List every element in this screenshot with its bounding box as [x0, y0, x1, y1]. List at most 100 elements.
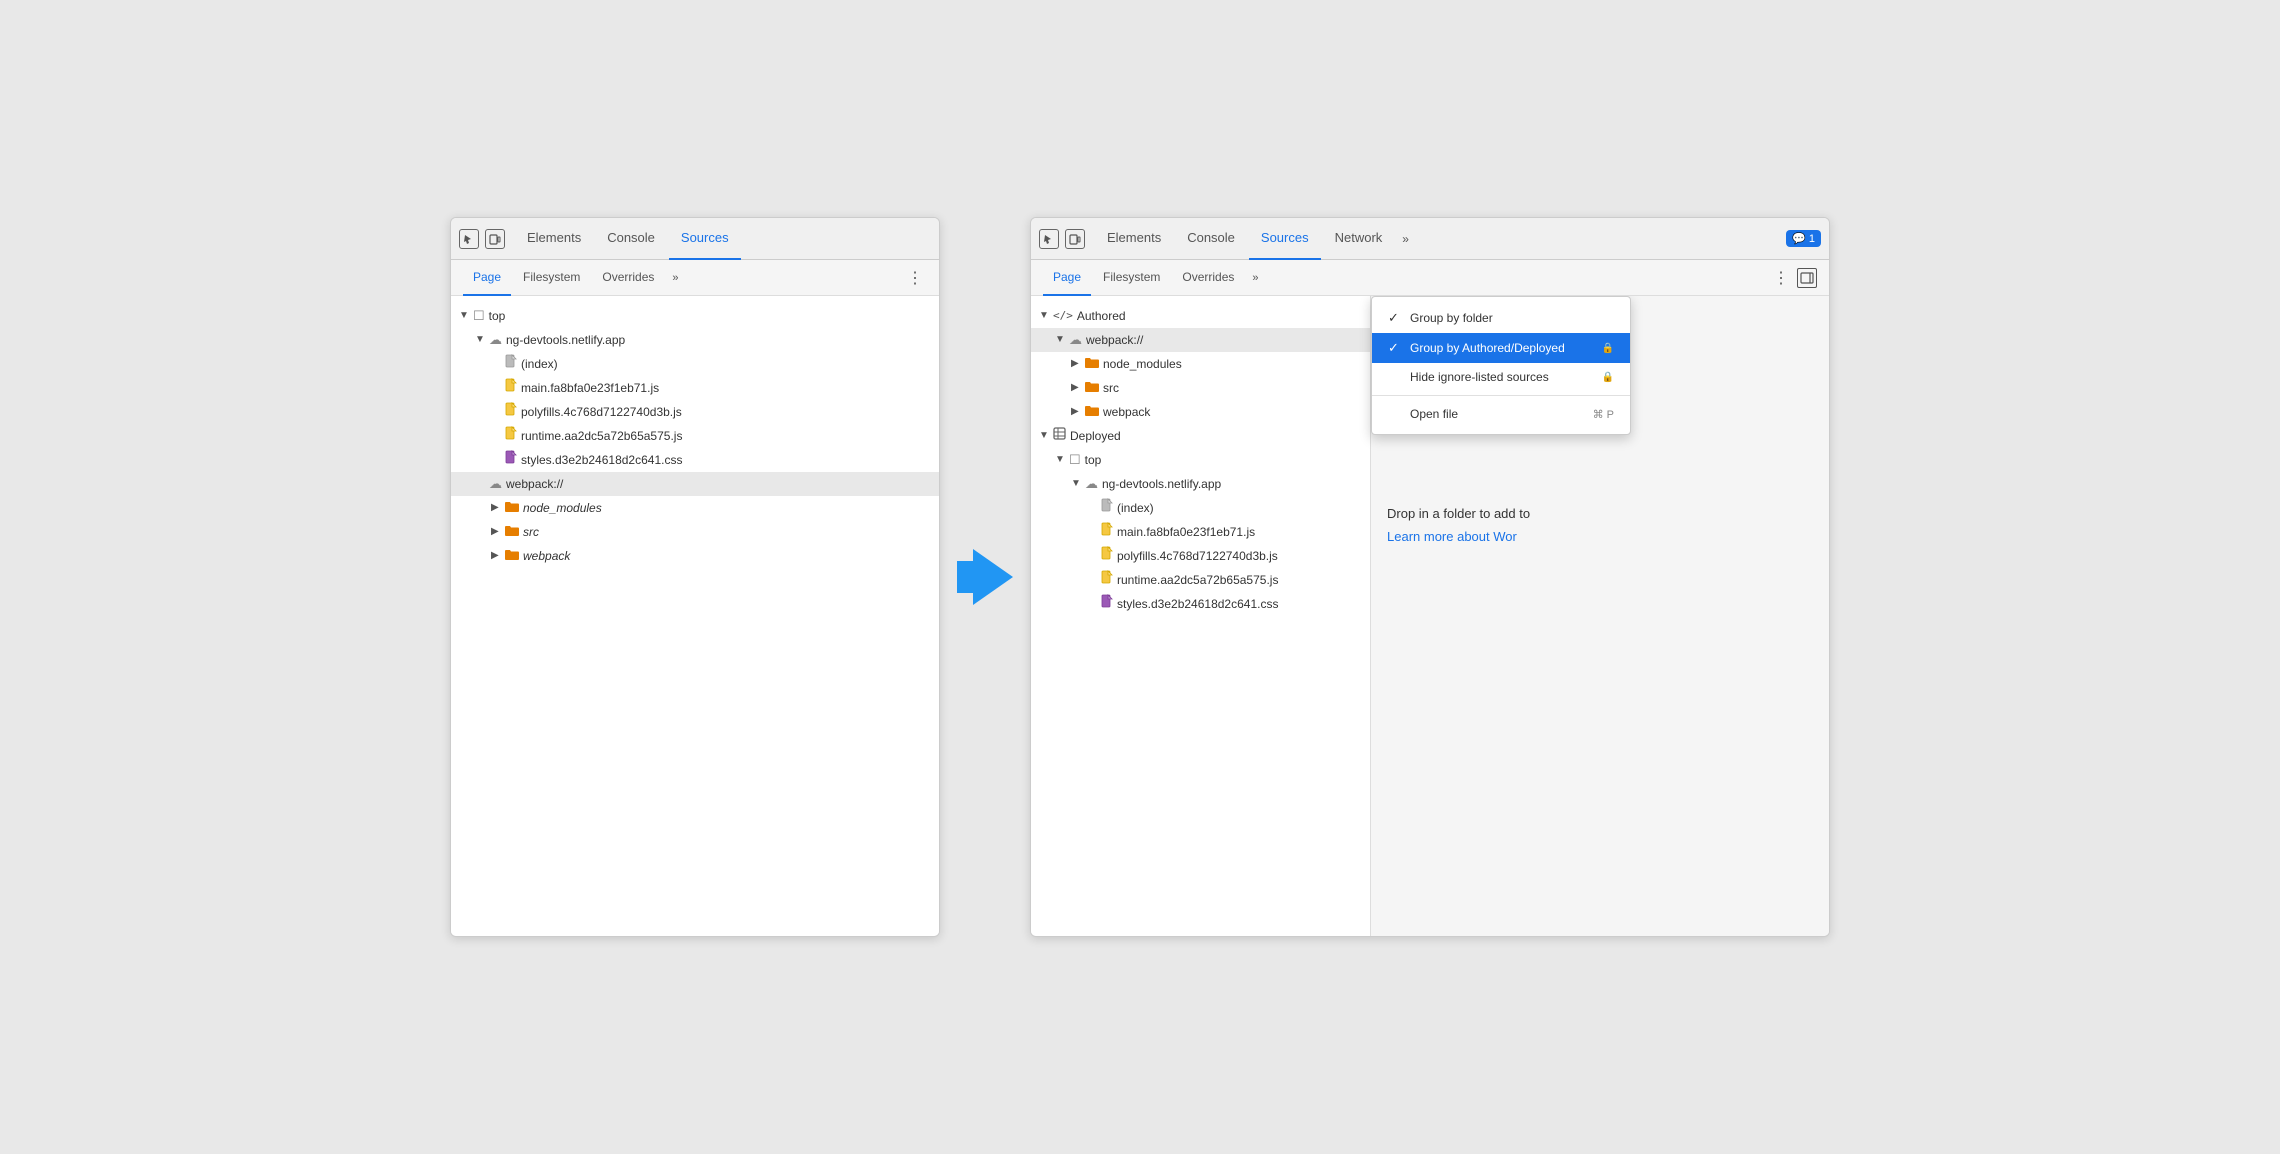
subtab-more-left[interactable]: »	[666, 272, 684, 284]
file-icon-runtime-left	[505, 426, 517, 446]
arrow-head	[973, 549, 1013, 605]
tree-item-index-right[interactable]: (index)	[1031, 496, 1370, 520]
tab-elements-right[interactable]: Elements	[1095, 218, 1173, 260]
cloud-icon-webpack-left: ☁	[489, 474, 502, 494]
device-icon-right[interactable]	[1065, 229, 1085, 249]
label-src-right: src	[1103, 378, 1119, 398]
arrow-top: ▼	[459, 306, 471, 326]
left-toolbar: Elements Console Sources	[451, 218, 939, 260]
arrow-webpackfolder-left: ▶	[491, 546, 503, 566]
tree-item-netlify[interactable]: ▼ ☁ ng-devtools.netlify.app	[451, 328, 939, 352]
dropdown-item-groupbyauthored[interactable]: ✓ Group by Authored/Deployed 🔒	[1372, 333, 1630, 363]
panel-toggle-icon[interactable]	[1797, 268, 1817, 288]
file-icon-runtime-right	[1101, 570, 1113, 590]
tab-elements-left[interactable]: Elements	[515, 218, 593, 260]
dropdown-item-groupbyfolder[interactable]: ✓ Group by folder	[1372, 303, 1630, 333]
subtab-page-right[interactable]: Page	[1043, 260, 1091, 296]
tree-item-webpackfolder-left[interactable]: ▶ webpack	[451, 544, 939, 568]
label-index-left: (index)	[521, 354, 558, 374]
label-webpackfolder-left: webpack	[523, 546, 570, 566]
label-netlify-right: ng-devtools.netlify.app	[1102, 474, 1221, 494]
tree-item-webpack-right[interactable]: ▼ ☁ webpack://	[1031, 328, 1370, 352]
cloud-icon-netlify: ☁	[489, 330, 502, 350]
tree-item-index-left[interactable]: (index)	[451, 352, 939, 376]
three-dots-right[interactable]: ⋮	[1769, 266, 1793, 290]
tree-item-runtime-right[interactable]: runtime.aa2dc5a72b65a575.js	[1031, 568, 1370, 592]
tree-item-nodemodules-left[interactable]: ▶ node_modules	[451, 496, 939, 520]
subtab-filesystem-left[interactable]: Filesystem	[513, 260, 590, 296]
subtab-filesystem-right[interactable]: Filesystem	[1093, 260, 1170, 296]
tree-item-top[interactable]: ▼ ☐ top	[451, 304, 939, 328]
cube-icon-deployed	[1053, 426, 1066, 446]
right-devtools-panel: Elements Console Sources Network » 💬 1 P…	[1030, 217, 1830, 937]
inspect-icon[interactable]	[459, 229, 479, 249]
label-styles-right: styles.d3e2b24618d2c641.css	[1117, 594, 1278, 614]
left-subtoolbar: Page Filesystem Overrides » ⋮	[451, 260, 939, 296]
tab-console-right[interactable]: Console	[1175, 218, 1247, 260]
tree-item-netlify-right[interactable]: ▼ ☁ ng-devtools.netlify.app	[1031, 472, 1370, 496]
label-openfile: Open file	[1410, 407, 1585, 421]
tree-item-deployed[interactable]: ▼ Deployed	[1031, 424, 1370, 448]
arrow-nodemodules-left: ▶	[491, 498, 503, 518]
tab-console-left[interactable]: Console	[595, 218, 667, 260]
label-main-left: main.fa8bfa0e23f1eb71.js	[521, 378, 659, 398]
folder-icon-nodemodules-right	[1085, 354, 1099, 374]
cloud-icon-netlify-right: ☁	[1085, 474, 1098, 494]
file-icon-index	[505, 354, 517, 374]
label-runtime-right: runtime.aa2dc5a72b65a575.js	[1117, 570, 1278, 590]
right-file-tree: ▼ </> Authored ▼ ☁ webpack:// ▶ node_mod…	[1031, 296, 1371, 936]
inspect-icon-right[interactable]	[1039, 229, 1059, 249]
label-main-right: main.fa8bfa0e23f1eb71.js	[1117, 522, 1255, 542]
dropdown-item-openfile[interactable]: Open file ⌘ P	[1372, 400, 1630, 428]
tree-item-webpack-left[interactable]: ☁ webpack://	[451, 472, 939, 496]
right-toolbar-icons	[1039, 229, 1085, 249]
tree-item-styles-left[interactable]: styles.d3e2b24618d2c641.css	[451, 448, 939, 472]
folder-icon-src-right	[1085, 378, 1099, 398]
cloud-icon-webpack-right: ☁	[1069, 330, 1082, 350]
tree-item-src-right[interactable]: ▶ src	[1031, 376, 1370, 400]
label-deployed: Deployed	[1070, 426, 1121, 446]
tree-item-polyfills-left[interactable]: polyfills.4c768d7122740d3b.js	[451, 400, 939, 424]
subtab-overrides-right[interactable]: Overrides	[1172, 260, 1244, 296]
tree-item-top-right[interactable]: ▼ ☐ top	[1031, 448, 1370, 472]
dropdown-item-hideignore[interactable]: Hide ignore-listed sources 🔒	[1372, 363, 1630, 391]
blue-arrow-wrapper	[957, 549, 1013, 605]
tree-item-main-left[interactable]: main.fa8bfa0e23f1eb71.js	[451, 376, 939, 400]
label-top-right: top	[1085, 450, 1102, 470]
left-file-tree: ▼ ☐ top ▼ ☁ ng-devtools.netlify.app (ind	[451, 296, 939, 936]
tree-item-nodemodules-right[interactable]: ▶ node_modules	[1031, 352, 1370, 376]
three-dots-left[interactable]: ⋮	[903, 266, 927, 290]
tab-more-right[interactable]: »	[1396, 232, 1415, 246]
label-styles-left: styles.d3e2b24618d2c641.css	[521, 450, 682, 470]
tree-item-webpackfolder-right[interactable]: ▶ webpack	[1031, 400, 1370, 424]
folder-icon-webpack-left	[505, 546, 519, 566]
tree-item-runtime-left[interactable]: runtime.aa2dc5a72b65a575.js	[451, 424, 939, 448]
right-toolbar: Elements Console Sources Network » 💬 1	[1031, 218, 1829, 260]
subtab-page-left[interactable]: Page	[463, 260, 511, 296]
tree-item-src-left[interactable]: ▶ src	[451, 520, 939, 544]
tree-item-styles-right[interactable]: styles.d3e2b24618d2c641.css	[1031, 592, 1370, 616]
label-nodemodules-right: node_modules	[1103, 354, 1182, 374]
tree-item-main-right[interactable]: main.fa8bfa0e23f1eb71.js	[1031, 520, 1370, 544]
badge-count: 1	[1809, 233, 1815, 245]
subtab-overrides-left[interactable]: Overrides	[592, 260, 664, 296]
arrow-netlify: ▼	[475, 330, 487, 350]
device-icon[interactable]	[485, 229, 505, 249]
label-webpackfolder-right: webpack	[1103, 402, 1150, 422]
notification-badge[interactable]: 💬 1	[1786, 230, 1821, 247]
tree-item-authored[interactable]: ▼ </> Authored	[1031, 304, 1370, 328]
label-index-right: (index)	[1117, 498, 1154, 518]
tab-network-right[interactable]: Network	[1323, 218, 1395, 260]
tree-item-polyfills-right[interactable]: polyfills.4c768d7122740d3b.js	[1031, 544, 1370, 568]
label-nodemodules-left: node_modules	[523, 498, 602, 518]
arrow-src-right: ▶	[1071, 378, 1083, 398]
label-runtime-left: runtime.aa2dc5a72b65a575.js	[521, 426, 682, 446]
arrow-netlify-right: ▼	[1071, 474, 1083, 494]
subtab-more-right[interactable]: »	[1246, 272, 1264, 284]
label-authored: Authored	[1077, 306, 1126, 326]
arrow-deployed: ▼	[1039, 426, 1051, 446]
left-subtoolbar-right: ⋮	[903, 266, 927, 290]
learn-more-link[interactable]: Learn more about Wor	[1387, 529, 1517, 544]
tab-sources-left[interactable]: Sources	[669, 218, 741, 260]
tab-sources-right[interactable]: Sources	[1249, 218, 1321, 260]
